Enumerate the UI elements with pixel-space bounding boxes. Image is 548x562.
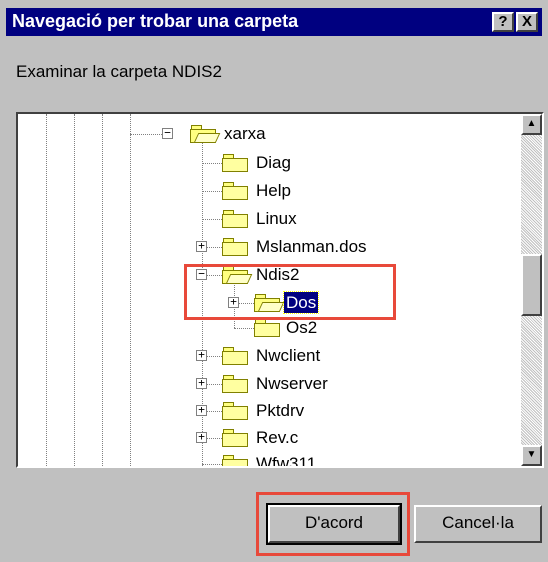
- folder-icon: [222, 455, 248, 466]
- tree-branch-line: [202, 163, 222, 164]
- tree-branch-line: [234, 328, 254, 329]
- expand-toggle[interactable]: +: [196, 431, 207, 443]
- tree-guide-line: [102, 114, 103, 466]
- folder-icon: [222, 238, 248, 256]
- expand-toggle[interactable]: +: [196, 349, 207, 361]
- folder-icon: [222, 402, 248, 420]
- tree-branch-line: [202, 219, 222, 220]
- tree-guide-line: [74, 114, 75, 466]
- expand-toggle[interactable]: +: [196, 240, 207, 252]
- scroll-down-arrow[interactable]: ▼: [521, 445, 542, 466]
- tree-viewport: − xarxa Diag Help Linux + Mslanman.dos −: [18, 114, 521, 466]
- folder-icon: [222, 210, 248, 228]
- vertical-scrollbar[interactable]: ▲ ▼: [521, 114, 542, 466]
- annotation-highlight: [184, 264, 396, 320]
- tree-item-help[interactable]: Help: [254, 180, 293, 201]
- folder-icon: [222, 347, 248, 365]
- folder-icon: [222, 429, 248, 447]
- folder-icon: [222, 154, 248, 172]
- cancel-button[interactable]: Cancel·la: [414, 505, 542, 543]
- tree-item-nwclient[interactable]: Nwclient: [254, 345, 322, 366]
- dialog-prompt: Examinar la carpeta NDIS2: [16, 62, 222, 81]
- tree-item-revc[interactable]: Rev.c: [254, 427, 300, 448]
- tree-item-os2[interactable]: Os2: [284, 317, 319, 338]
- tree-item-mslanman[interactable]: Mslanman.dos: [254, 236, 369, 257]
- tree-guide-line: [130, 114, 131, 466]
- collapse-toggle[interactable]: −: [162, 127, 173, 139]
- close-button[interactable]: X: [516, 12, 538, 32]
- tree-item-wfw311[interactable]: Wfw311: [254, 453, 318, 466]
- folder-open-icon: [190, 125, 221, 143]
- expand-toggle[interactable]: +: [196, 377, 207, 389]
- scroll-up-arrow[interactable]: ▲: [521, 114, 542, 135]
- folder-tree[interactable]: − xarxa Diag Help Linux + Mslanman.dos −: [16, 112, 544, 468]
- folder-icon: [222, 375, 248, 393]
- tree-item-linux[interactable]: Linux: [254, 208, 299, 229]
- scroll-thumb[interactable]: [521, 254, 542, 316]
- tree-branch-line: [202, 191, 222, 192]
- folder-icon: [254, 319, 280, 337]
- tree-branch-line: [202, 464, 222, 465]
- tree-item-pktdrv[interactable]: Pktdrv: [254, 400, 306, 421]
- folder-icon: [222, 182, 248, 200]
- browse-folder-dialog: Navegació per trobar una carpeta ? X Exa…: [0, 0, 548, 562]
- annotation-highlight: [256, 492, 410, 556]
- tree-guide-line: [46, 114, 47, 466]
- tree-item-diag[interactable]: Diag: [254, 152, 293, 173]
- window-title: Navegació per trobar una carpeta: [12, 11, 299, 31]
- tree-branch-line: [130, 134, 164, 135]
- tree-item-nwserver[interactable]: Nwserver: [254, 373, 330, 394]
- expand-toggle[interactable]: +: [196, 404, 207, 416]
- title-bar[interactable]: Navegació per trobar una carpeta ? X: [6, 8, 542, 36]
- help-button[interactable]: ?: [492, 12, 514, 32]
- tree-item-xarxa[interactable]: xarxa: [222, 123, 268, 144]
